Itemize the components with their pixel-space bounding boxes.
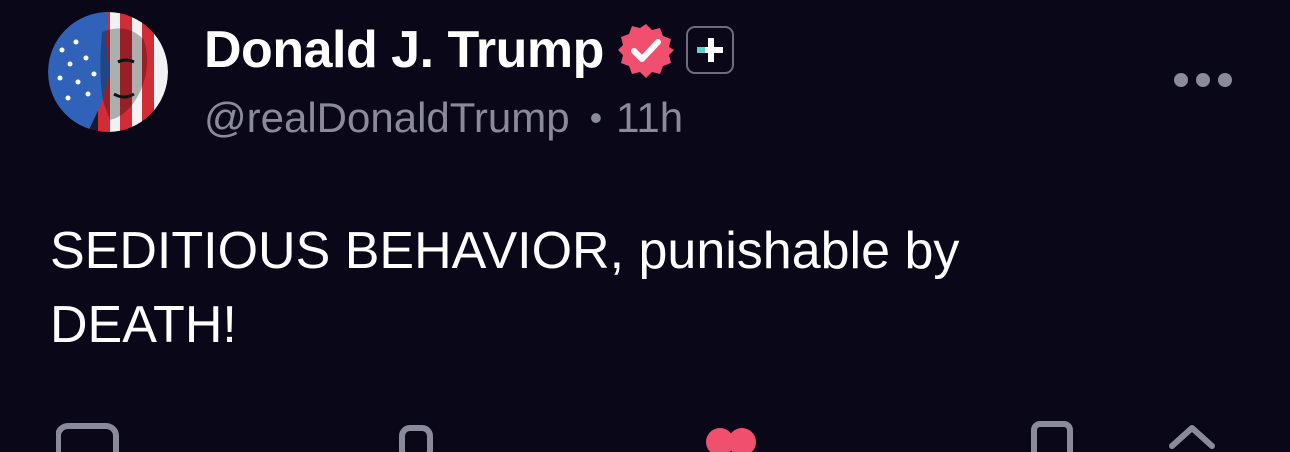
- separator-dot: •: [589, 97, 603, 138]
- post: Donald J. Trump @realDonaldTrump • 11h S…: [0, 0, 1290, 452]
- display-name[interactable]: Donald J. Trump: [204, 24, 604, 76]
- plus-badge-icon: [685, 26, 734, 74]
- timestamp[interactable]: 11h: [616, 94, 683, 142]
- more-options-button[interactable]: [1168, 60, 1238, 100]
- share-icon[interactable]: [1164, 412, 1220, 452]
- reply-icon[interactable]: [56, 412, 120, 452]
- heart-icon[interactable]: [704, 412, 758, 452]
- display-name-row: Donald J. Trump: [204, 18, 734, 82]
- repost-icon[interactable]: [396, 412, 436, 452]
- more-options-icon: [1174, 73, 1232, 87]
- bookmark-icon[interactable]: [1030, 412, 1074, 452]
- avatar-image: [48, 12, 168, 132]
- avatar[interactable]: [48, 12, 168, 132]
- handle-row: @realDonaldTrump • 11h: [204, 92, 683, 144]
- user-handle[interactable]: @realDonaldTrump: [204, 94, 570, 142]
- verified-badge-icon: [617, 22, 674, 78]
- action-bar: [0, 412, 1290, 452]
- post-text: SEDITIOUS BEHAVIOR, punishable by DEATH!: [50, 222, 960, 354]
